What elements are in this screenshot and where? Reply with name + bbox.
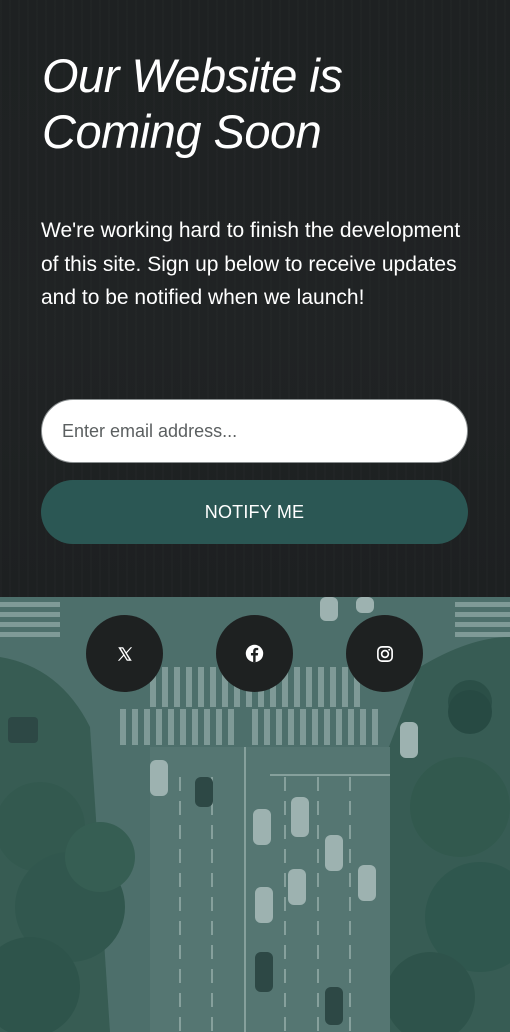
notify-me-button[interactable]: NOTIFY ME [41,480,468,544]
x-twitter-icon [117,646,132,661]
social-links [0,615,510,693]
hero-section: Our Website is Coming Soon We're working… [0,0,510,597]
x-twitter-link[interactable] [86,615,163,692]
instagram-link[interactable] [346,615,423,692]
page-title-line-1: Our Website is [42,49,343,102]
page-title-line-2: Coming Soon [42,105,322,158]
email-field[interactable] [41,399,468,463]
instagram-icon [376,645,393,662]
hero-description: We're working hard to finish the develop… [41,219,461,309]
facebook-icon [245,644,264,663]
facebook-link[interactable] [216,615,293,692]
page-title: Our Website is Coming Soon [42,48,482,160]
